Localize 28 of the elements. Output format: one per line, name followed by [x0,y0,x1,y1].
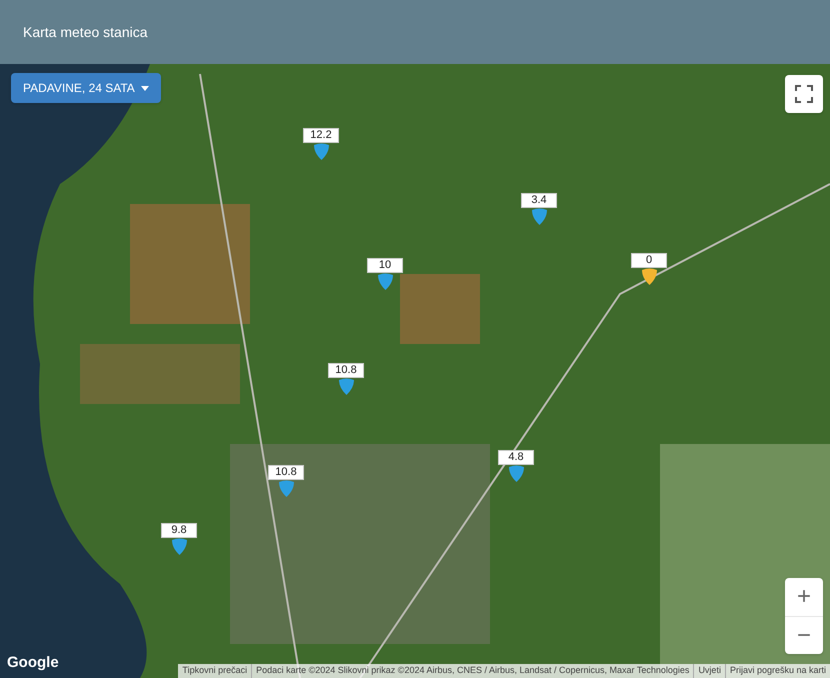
station-value-label: 3.4 [521,193,557,208]
station-pin-icon[interactable] [530,208,548,225]
station-pin-icon[interactable] [278,480,294,497]
station-value-label: 10.8 [328,363,364,378]
attribution-link[interactable]: Tipkovni prečaci [178,664,252,678]
map-logo: Google [7,652,59,672]
station-value-label: 10 [367,258,403,273]
station-value-label: 4.8 [498,450,534,465]
zoom-out-button[interactable]: − [785,616,823,654]
station-pin-icon[interactable] [338,378,354,395]
station-pin-icon[interactable] [312,143,330,160]
station-value-label: 12.2 [303,128,339,143]
zoom-in-button[interactable]: + [785,578,823,616]
attribution-link[interactable]: Podaci karte ©2024 Slikovni prikaz ©2024 Airbus, CNES / Airbus, Landsat / Copernicus, Maxar Technologies [252,664,694,678]
caret-icon [140,86,149,90]
station-pin-icon[interactable] [640,268,658,285]
station-pin-icon[interactable] [376,273,394,290]
layer-dropdown[interactable]: PADAVINE, 24 SATA [11,73,161,103]
attribution-link[interactable]: Uvjeti [694,664,726,678]
station-pin-icon[interactable] [170,538,188,555]
station-value-label: 0 [631,253,667,268]
fullscreen-icon [795,85,813,103]
fullscreen-button[interactable] [785,75,823,113]
station-value-label: 9.8 [161,523,197,538]
station-value-label: 10.8 [268,465,304,480]
station-pin-icon[interactable] [508,465,524,482]
page-title: Karta meteo stanica [23,22,148,42]
attribution-link[interactable]: Prijavi pogrešku na karti [726,664,830,678]
